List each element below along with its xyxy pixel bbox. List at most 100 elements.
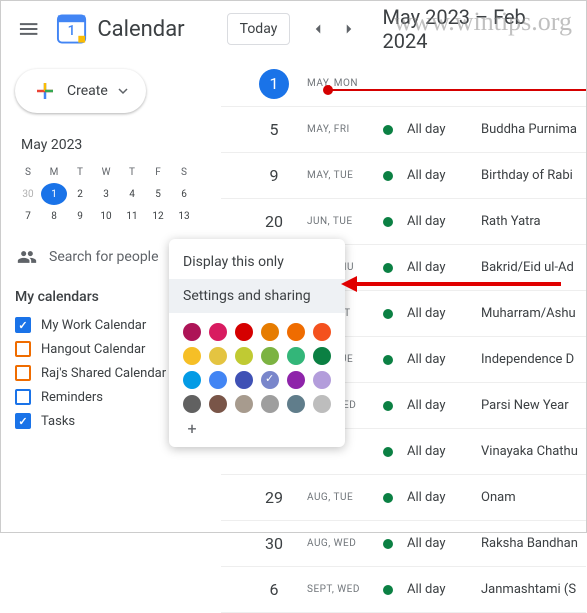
color-swatch[interactable] <box>313 323 331 341</box>
mini-day[interactable]: 2 <box>67 183 93 205</box>
mini-day[interactable]: 30 <box>15 183 41 205</box>
color-swatch[interactable] <box>183 395 201 413</box>
allday-label: All day <box>407 582 481 597</box>
allday-label: All day <box>407 490 481 505</box>
create-label: Create <box>67 83 108 99</box>
day-number: 6 <box>259 580 289 599</box>
mini-day[interactable]: 3 <box>93 183 119 205</box>
hamburger-icon[interactable] <box>17 17 40 41</box>
mini-day[interactable]: 11 <box>119 205 145 227</box>
calendar-checkbox[interactable] <box>15 317 31 333</box>
color-swatch[interactable] <box>261 371 279 389</box>
mini-day[interactable]: 8 <box>41 205 67 227</box>
plus-icon <box>33 79 57 103</box>
today-button[interactable]: Today <box>227 13 291 45</box>
mini-day[interactable]: 6 <box>171 183 197 205</box>
color-swatch[interactable] <box>235 371 253 389</box>
color-swatch[interactable] <box>183 323 201 341</box>
color-swatch[interactable] <box>261 347 279 365</box>
color-swatch[interactable] <box>287 371 305 389</box>
calendar-label: Raj's Shared Calendar <box>41 366 166 381</box>
mini-day[interactable]: 10 <box>93 205 119 227</box>
event-dot-icon <box>383 447 393 457</box>
color-swatch[interactable] <box>235 323 253 341</box>
calendar-label: Tasks <box>41 414 75 429</box>
search-placeholder: Search for people <box>49 249 159 265</box>
mini-day[interactable]: 13 <box>171 205 197 227</box>
color-swatch[interactable] <box>287 347 305 365</box>
app-header: 1 Calendar Today May 2023 – Feb 2024 <box>1 1 586 57</box>
color-swatch[interactable] <box>209 347 227 365</box>
day-number: 9 <box>259 166 289 185</box>
color-swatch[interactable] <box>209 395 227 413</box>
svg-text:1: 1 <box>68 23 76 39</box>
day-label: AUG, WED <box>299 538 369 549</box>
add-color-button[interactable]: + <box>183 419 201 437</box>
create-button[interactable]: Create <box>15 69 146 113</box>
event-dot-icon <box>383 355 393 365</box>
people-icon <box>17 247 37 267</box>
mini-day[interactable]: 9 <box>67 205 93 227</box>
event-row[interactable]: 9MAY, TUEAll dayBirthday of Rabi <box>221 153 586 199</box>
menu-display-only[interactable]: Display this only <box>169 245 345 279</box>
calendar-checkbox[interactable] <box>15 389 31 405</box>
mini-day[interactable]: 4 <box>119 183 145 205</box>
event-dot-icon <box>383 309 393 319</box>
event-title: Onam <box>481 490 516 505</box>
calendar-context-menu: Display this only Settings and sharing + <box>169 239 345 447</box>
mini-dow: S <box>171 161 197 183</box>
event-row[interactable]: 5MAY, FRIAll dayBuddha Purnima <box>221 107 586 153</box>
next-button[interactable] <box>333 13 364 45</box>
event-title: Rath Yatra <box>481 214 541 229</box>
event-title: Muharram/Ashu <box>481 306 576 321</box>
event-title: Vinayaka Chathu <box>481 444 578 459</box>
day-number: 20 <box>259 212 289 231</box>
mini-day[interactable]: 12 <box>145 205 171 227</box>
allday-label: All day <box>407 214 481 229</box>
calendar-label: My Work Calendar <box>41 318 146 333</box>
allday-label: All day <box>407 536 481 551</box>
color-swatch[interactable] <box>287 323 305 341</box>
color-swatch[interactable] <box>183 371 201 389</box>
event-dot-icon <box>383 401 393 411</box>
event-dot-icon <box>383 263 393 273</box>
prev-button[interactable] <box>302 13 333 45</box>
event-row[interactable]: 29AUG, TUEAll dayOnam <box>221 475 586 521</box>
calendar-checkbox[interactable] <box>15 341 31 357</box>
event-title: Independence D <box>481 352 574 367</box>
mini-dow: T <box>119 161 145 183</box>
mini-day[interactable]: 1 <box>41 183 67 205</box>
allday-label: All day <box>407 352 481 367</box>
mini-dow: T <box>67 161 93 183</box>
color-swatch[interactable] <box>235 395 253 413</box>
color-swatch[interactable] <box>209 371 227 389</box>
calendar-checkbox[interactable] <box>15 365 31 381</box>
event-title: Birthday of Rabi <box>481 168 573 183</box>
mini-dow: S <box>15 161 41 183</box>
color-swatch[interactable] <box>261 395 279 413</box>
event-row[interactable]: 6SEPT, WEDAll dayJanmashtami (S <box>221 567 586 613</box>
color-swatch[interactable] <box>313 395 331 413</box>
event-row[interactable]: 1MAY, MON <box>221 61 586 107</box>
day-number: 30 <box>259 534 289 553</box>
menu-settings-sharing[interactable]: Settings and sharing <box>169 279 345 313</box>
color-swatch[interactable] <box>183 347 201 365</box>
mini-day[interactable]: 7 <box>15 205 41 227</box>
color-swatch[interactable] <box>235 347 253 365</box>
calendar-checkbox[interactable] <box>15 413 31 429</box>
mini-day[interactable]: 5 <box>145 183 171 205</box>
day-label: AUG, TUE <box>299 492 369 503</box>
current-time-indicator <box>329 89 586 91</box>
event-row[interactable]: 30AUG, WEDAll dayRaksha Bandhan <box>221 521 586 567</box>
event-title: Bakrid/Eid ul-Ad <box>481 260 574 275</box>
day-label: SEPT, WED <box>299 584 369 595</box>
color-swatch[interactable] <box>287 395 305 413</box>
allday-label: All day <box>407 398 481 413</box>
color-swatch[interactable] <box>261 323 279 341</box>
color-swatch[interactable] <box>313 347 331 365</box>
color-swatch[interactable] <box>313 371 331 389</box>
mini-dow: M <box>41 161 67 183</box>
color-swatch[interactable] <box>209 323 227 341</box>
event-dot-icon <box>383 585 393 595</box>
mini-calendar[interactable]: SMTWTFS 3012345678910111213 <box>15 161 197 227</box>
